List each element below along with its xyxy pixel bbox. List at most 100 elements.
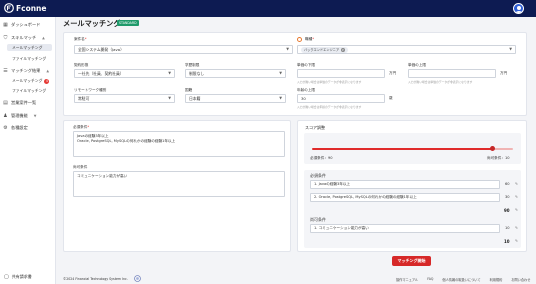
chevron-down-icon: ▼ xyxy=(33,114,37,118)
required-textarea[interactable]: Javaの経験3年以上 Oracle, PostgreSQL, MySQLの何れ… xyxy=(73,131,285,157)
score-slider-thumb[interactable] xyxy=(490,146,496,151)
user-avatar[interactable] xyxy=(513,3,524,14)
chevron-up-icon: ▲ xyxy=(42,36,45,40)
preferred-textarea[interactable]: コミュニケーション能力が高い xyxy=(73,171,285,197)
nationality-select[interactable]: 日本籍 ▼ xyxy=(185,94,286,103)
start-matching-button[interactable]: マッチング開始 xyxy=(392,256,431,266)
chevron-down-icon: ▼ xyxy=(168,96,171,100)
sidebar-item-mail-matching[interactable]: メールマッチング xyxy=(7,44,52,51)
job-multiselect[interactable]: バックエンドエンジニア × ▼ xyxy=(297,45,516,54)
dashboard-icon: ▦ xyxy=(3,21,8,28)
brand-logo[interactable]: Fconne xyxy=(4,3,47,13)
min-price-hint: 入力が無い場合は単価のデータが非表示になります xyxy=(297,80,362,84)
education-label: 学歴制限 xyxy=(185,63,200,67)
preferred-label: 尚可条件 xyxy=(73,165,88,169)
footer-link-contact[interactable]: お問い合わせ xyxy=(511,277,530,282)
age-unit: 歳 xyxy=(389,96,393,100)
project-select[interactable]: 全国システム開発（Java） ▼ xyxy=(74,45,293,54)
required-section-title: 必須条件 xyxy=(310,173,326,178)
footer-link-privacy[interactable]: 個人情報の取扱いについて xyxy=(442,277,480,282)
sidebar-item-dashboard[interactable]: ▦ ダッシュボード xyxy=(3,22,40,28)
document-icon: ▢ xyxy=(4,274,9,280)
required-weight-label: 必須条件：90 xyxy=(310,156,333,160)
contract-label: 契約形態 xyxy=(74,63,89,67)
max-price-input[interactable] xyxy=(408,69,496,78)
brand-name: Fconne xyxy=(16,3,47,13)
sidebar-item-sales-list[interactable]: ▤ 営業案件一覧 xyxy=(3,100,36,106)
sidebar-item-label: マッチング結果 xyxy=(11,68,41,73)
score-slider-fill xyxy=(312,148,493,150)
chevron-up-icon: ▲ xyxy=(46,69,50,73)
age-input[interactable]: 30 xyxy=(297,94,385,103)
edit-icon[interactable]: ✎ xyxy=(515,182,518,186)
sidebar-item-match-result[interactable]: ☰ マッチング結果 ▲ xyxy=(3,68,49,74)
job-chip[interactable]: バックエンドエンジニア × xyxy=(301,47,349,53)
chevron-down-icon: ▼ xyxy=(168,71,171,75)
sidebar-item-management[interactable]: ♟ 管理機能 ▼ xyxy=(3,113,36,119)
required-item-row: 1. Javaの経験3年以上 xyxy=(310,180,500,189)
max-price-label: 単価の上限 xyxy=(408,63,426,67)
project-value: 全国システム開発（Java） xyxy=(78,47,124,52)
sidebar-item-label: 営業案件一覧 xyxy=(11,100,37,105)
sidebar-footer-link[interactable]: ▢ 共有請求書 xyxy=(4,274,32,280)
chevron-down-icon: ▼ xyxy=(279,71,282,75)
close-icon[interactable]: × xyxy=(341,48,346,52)
age-hint: 入力が無い場合は年齢のデータが非表示になります xyxy=(297,105,362,109)
footer-link-faq[interactable]: FAQ xyxy=(427,277,433,282)
info-icon xyxy=(297,37,302,42)
contract-select[interactable]: 一社先（社員、契約社員） ▼ xyxy=(74,69,175,78)
page-title: メールマッチング xyxy=(63,19,121,28)
preferred-total: 10 xyxy=(504,239,510,244)
fconne-logo-icon xyxy=(4,3,14,13)
sidebar-item-label: メールマッチング xyxy=(12,78,43,83)
score-weight-box: 必須条件：90 尚可条件：10 xyxy=(304,133,521,164)
nationality-label: 国籍 xyxy=(185,88,193,92)
education-select[interactable]: 制限なし ▼ xyxy=(185,69,286,78)
footer-link-manual[interactable]: 操作マニュアル xyxy=(396,277,418,282)
sidebar-item-settings[interactable]: ⚙ 各種設定 xyxy=(3,125,28,131)
building-icon: ▤ xyxy=(3,99,8,106)
required-item-row: 2. Oracle, PostgreSQL, MySQLの何れかの経験の経験1年… xyxy=(310,193,500,202)
gear-icon: ⚙ xyxy=(3,124,8,131)
edit-icon[interactable]: ✎ xyxy=(515,195,518,199)
conditions-panel: 必須条件* Javaの経験3年以上 Oracle, PostgreSQL, My… xyxy=(63,120,291,252)
chevron-down-icon: ▼ xyxy=(279,96,282,100)
edit-icon[interactable]: ✎ xyxy=(515,239,518,243)
required-item-score[interactable]: 30 xyxy=(505,195,510,199)
sidebar-footer-label: 共有請求書 xyxy=(11,274,32,279)
score-panel: スコア調整 必須条件：90 尚可条件：10 必須条件 1. Javaの経験3年以… xyxy=(297,120,527,252)
job-label: 職種* xyxy=(305,37,314,41)
job-chip-label: バックエンドエンジニア xyxy=(304,48,340,52)
sidebar-item-result-mail[interactable]: メールマッチング 4 xyxy=(12,78,50,84)
required-item-text: 2. Oracle, PostgreSQL, MySQLの何れかの経験の経験1年… xyxy=(314,195,417,199)
sidebar-item-file-matching[interactable]: ファイルマッチング xyxy=(12,56,46,62)
footer-link-terms[interactable]: 利用規約 xyxy=(490,277,503,282)
footer: ©2024 Financial Technology System Inc. 操… xyxy=(56,274,536,284)
remote-select[interactable]: 常駐可 ▼ xyxy=(74,94,175,103)
edit-icon[interactable]: ✎ xyxy=(515,208,518,212)
sidebar: ▦ ダッシュボード ⛉ スキルマッチ ▲ メールマッチング ファイルマッチング … xyxy=(0,17,56,284)
min-price-input[interactable] xyxy=(297,69,385,78)
person-icon: ♟ xyxy=(3,112,8,119)
score-slider-rest xyxy=(492,148,513,150)
footer-links: 操作マニュアル FAQ 個人情報の取扱いについて 利用規約 お問い合わせ xyxy=(396,277,530,282)
preferred-item-row: 1. コミュニケーション能力が高い xyxy=(310,224,500,233)
sidebar-item-result-file[interactable]: ファイルマッチング xyxy=(12,88,46,94)
required-total: 90 xyxy=(504,208,510,213)
project-label: 案件名* xyxy=(74,37,87,41)
score-detail-box: 必須条件 1. Javaの経験3年以上 60 ✎ 2. Oracle, Post… xyxy=(304,170,521,248)
required-item-score[interactable]: 60 xyxy=(505,182,510,186)
remote-value: 常駐可 xyxy=(78,96,90,101)
preferred-item-score[interactable]: 10 xyxy=(505,226,510,230)
sidebar-item-label: ダッシュボード xyxy=(11,22,41,27)
search-form-panel: 案件名* 全国システム開発（Java） ▼ 職種* バックエンドエンジニア × ▼… xyxy=(63,32,527,116)
preferred-section-title: 尚可条件 xyxy=(310,217,326,222)
sidebar-item-label: スキルマッチ xyxy=(11,35,37,40)
sidebar-item-skill-match[interactable]: ⛉ スキルマッチ ▲ xyxy=(3,35,45,41)
education-value: 制限なし xyxy=(189,71,205,76)
required-label: 必須条件* xyxy=(73,125,90,129)
edit-icon[interactable]: ✎ xyxy=(515,226,518,230)
chevron-down-icon: ▼ xyxy=(509,47,512,51)
sidebar-item-label: 管理機能 xyxy=(11,113,28,118)
sidebar-item-label: 各種設定 xyxy=(11,125,28,130)
